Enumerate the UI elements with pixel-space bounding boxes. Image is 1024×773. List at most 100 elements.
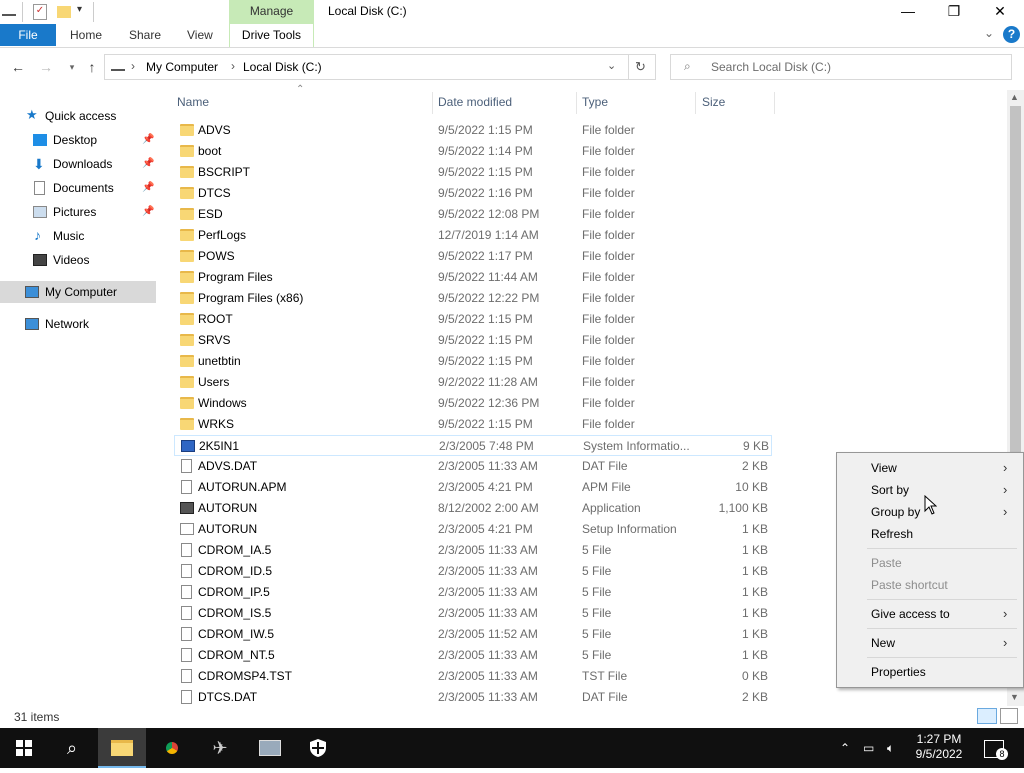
column-divider[interactable] bbox=[695, 92, 696, 114]
chevron-down-icon[interactable]: ⌄ bbox=[984, 26, 994, 40]
table-row[interactable]: CDROMSP4.TST 2/3/2005 11:33 AM TST File 0 K… bbox=[174, 666, 772, 687]
pin-icon[interactable]: 📌 bbox=[142, 129, 154, 151]
sidebar-item-music[interactable]: ♪ Music bbox=[0, 225, 156, 247]
sidebar-item-pictures[interactable]: Pictures 📌 bbox=[0, 201, 156, 223]
table-row[interactable]: Program Files 9/5/2022 11:44 AM File folde… bbox=[174, 267, 772, 288]
table-row[interactable]: DTCS.DAT 2/3/2005 11:33 AM DAT File 2 KB bbox=[174, 687, 772, 708]
column-divider[interactable] bbox=[432, 92, 433, 114]
system-info-app-icon[interactable] bbox=[246, 728, 294, 768]
drive-icon[interactable] bbox=[2, 6, 16, 16]
details-view-icon[interactable] bbox=[977, 708, 997, 724]
menu-item-give-access[interactable]: Give access to bbox=[871, 603, 950, 625]
table-row[interactable]: ESD 9/5/2022 12:08 PM File folder bbox=[174, 204, 772, 225]
table-row[interactable]: boot 9/5/2022 1:14 PM File folder bbox=[174, 141, 772, 162]
sidebar-item-label: Pictures bbox=[53, 205, 97, 219]
properties-icon[interactable]: ✓ bbox=[33, 4, 47, 20]
forward-arrow-icon[interactable]: → bbox=[36, 57, 56, 77]
table-row[interactable]: DTCS 9/5/2022 1:16 PM File folder bbox=[174, 183, 772, 204]
menu-item-view[interactable]: View bbox=[871, 457, 897, 479]
sidebar-item-desktop[interactable]: Desktop 📌 bbox=[0, 129, 156, 151]
new-folder-icon[interactable] bbox=[57, 6, 71, 18]
tab-drive-tools[interactable]: Drive Tools bbox=[229, 24, 314, 47]
table-row[interactable]: ROOT 9/5/2022 1:15 PM File folder bbox=[174, 309, 772, 330]
column-header-type[interactable]: Type bbox=[582, 92, 608, 112]
column-header-date[interactable]: Date modified bbox=[438, 92, 512, 112]
menu-item-properties[interactable]: Properties bbox=[871, 661, 926, 683]
clock[interactable]: 1:27 PM 9/5/2022 bbox=[906, 732, 972, 762]
column-header-name[interactable]: Name bbox=[177, 92, 209, 112]
table-row[interactable]: unetbtin 9/5/2022 1:15 PM File folder bbox=[174, 351, 772, 372]
sidebar-item-my-computer[interactable]: My Computer bbox=[0, 281, 156, 303]
table-row[interactable]: AUTORUN 2/3/2005 4:21 PM Setup Information… bbox=[174, 519, 772, 540]
tab-view[interactable]: View bbox=[187, 24, 213, 46]
volume-icon[interactable]: 🔈︎ bbox=[887, 728, 894, 768]
tab-home[interactable]: Home bbox=[70, 24, 102, 46]
windows-start-icon[interactable] bbox=[0, 728, 48, 768]
pin-icon[interactable]: 📌 bbox=[142, 177, 154, 199]
table-row[interactable]: WRKS 9/5/2022 1:15 PM File folder bbox=[174, 414, 772, 435]
tray-expand-icon[interactable]: ⌃ bbox=[840, 728, 850, 768]
scroll-up-icon[interactable]: ▲ bbox=[1010, 92, 1019, 102]
network-tray-icon[interactable]: ▭ bbox=[863, 728, 874, 768]
menu-item-paste-shortcut[interactable]: Paste shortcut bbox=[871, 574, 948, 596]
table-row[interactable]: Users 9/2/2022 11:28 AM File folder bbox=[174, 372, 772, 393]
table-row[interactable]: Program Files (x86) 9/5/2022 12:22 PM File… bbox=[174, 288, 772, 309]
minimize-button[interactable]: — bbox=[885, 0, 931, 24]
sidebar-item-quick-access[interactable]: ★ Quick access bbox=[0, 105, 156, 127]
sidebar-item-downloads[interactable]: ⬇ Downloads 📌 bbox=[0, 153, 156, 175]
breadcrumb-my-computer[interactable]: My Computer bbox=[146, 60, 218, 74]
close-button[interactable]: ✕ bbox=[977, 0, 1023, 24]
table-row[interactable]: 2K5IN1 2/3/2005 7:48 PM System Informatio.… bbox=[174, 435, 772, 456]
address-dropdown-icon[interactable]: ⌄ bbox=[607, 59, 616, 72]
large-icons-view-icon[interactable] bbox=[1000, 708, 1018, 724]
column-divider[interactable] bbox=[774, 92, 775, 114]
table-row[interactable]: CDROM_IS.5 2/3/2005 11:33 AM 5 File 1 KB bbox=[174, 603, 772, 624]
menu-item-paste[interactable]: Paste bbox=[871, 552, 902, 574]
table-row[interactable]: CDROM_IA.5 2/3/2005 11:33 AM 5 File 1 KB bbox=[174, 540, 772, 561]
rocket-app-icon[interactable]: ✈ bbox=[196, 728, 244, 768]
table-row[interactable]: AUTORUN.APM 2/3/2005 4:21 PM APM File 10 KB bbox=[174, 477, 772, 498]
table-row[interactable]: CDROM_ID.5 2/3/2005 11:33 AM 5 File 1 KB bbox=[174, 561, 772, 582]
up-arrow-icon[interactable]: ↑ bbox=[82, 57, 102, 77]
scrollbar-thumb[interactable] bbox=[1010, 106, 1021, 452]
menu-item-group-by[interactable]: Group by bbox=[871, 501, 920, 523]
table-row[interactable]: SRVS 9/5/2022 1:15 PM File folder bbox=[174, 330, 772, 351]
manage-tab[interactable]: Manage bbox=[229, 0, 314, 24]
table-row[interactable]: CDROM_NT.5 2/3/2005 11:33 AM 5 File 1 KB bbox=[174, 645, 772, 666]
pin-icon[interactable]: 📌 bbox=[142, 201, 154, 223]
security-shield-icon[interactable] bbox=[294, 728, 342, 768]
table-row[interactable]: PerfLogs 12/7/2019 1:14 AM File folder bbox=[174, 225, 772, 246]
menu-item-refresh[interactable]: Refresh bbox=[871, 523, 913, 545]
pin-icon[interactable]: 📌 bbox=[142, 153, 154, 175]
back-arrow-icon[interactable]: ← bbox=[8, 57, 28, 77]
table-row[interactable]: CDROM_IP.5 2/3/2005 11:33 AM 5 File 1 KB bbox=[174, 582, 772, 603]
sidebar-item-network[interactable]: Network bbox=[0, 313, 156, 335]
table-row[interactable]: AUTORUN 8/12/2002 2:00 AM Application 1,100… bbox=[174, 498, 772, 519]
help-icon[interactable]: ? bbox=[1003, 26, 1020, 43]
search-input[interactable]: ⌕ Search Local Disk (C:) bbox=[670, 54, 1012, 80]
table-row[interactable]: BSCRIPT 9/5/2022 1:15 PM File folder bbox=[174, 162, 772, 183]
table-row[interactable]: ADVS 9/5/2022 1:15 PM File folder bbox=[174, 120, 772, 141]
tab-file[interactable]: File bbox=[0, 24, 56, 46]
sidebar-item-documents[interactable]: Documents 📌 bbox=[0, 177, 156, 199]
tab-share[interactable]: Share bbox=[129, 24, 161, 46]
column-divider[interactable] bbox=[576, 92, 577, 114]
table-row[interactable]: CDROM_IW.5 2/3/2005 11:52 AM 5 File 1 KB bbox=[174, 624, 772, 645]
table-row[interactable]: POWS 9/5/2022 1:17 PM File folder bbox=[174, 246, 772, 267]
search-icon[interactable]: ⌕ bbox=[48, 728, 96, 768]
customize-qa-icon[interactable]: ▾ bbox=[77, 4, 87, 20]
table-row[interactable]: ADVS.DAT 2/3/2005 11:33 AM DAT File 2 KB bbox=[174, 456, 772, 477]
maximize-button[interactable]: ❐ bbox=[931, 0, 977, 24]
scroll-down-icon[interactable]: ▼ bbox=[1010, 692, 1019, 702]
menu-item-new[interactable]: New bbox=[871, 632, 895, 654]
table-row[interactable]: Windows 9/5/2022 12:36 PM File folder bbox=[174, 393, 772, 414]
column-header-size[interactable]: Size bbox=[702, 92, 725, 112]
sidebar-item-videos[interactable]: Videos bbox=[0, 249, 156, 271]
chrome-icon[interactable] bbox=[148, 728, 196, 768]
refresh-icon[interactable]: ↻ bbox=[635, 59, 646, 75]
address-bar[interactable]: › My Computer › Local Disk (C:) ⌄ ↻ bbox=[104, 54, 656, 80]
recent-locations-icon[interactable]: ▾ bbox=[62, 57, 82, 77]
menu-item-sort-by[interactable]: Sort by bbox=[871, 479, 909, 501]
breadcrumb-local-disk[interactable]: Local Disk (C:) bbox=[243, 60, 322, 74]
file-explorer-icon[interactable] bbox=[98, 728, 146, 768]
